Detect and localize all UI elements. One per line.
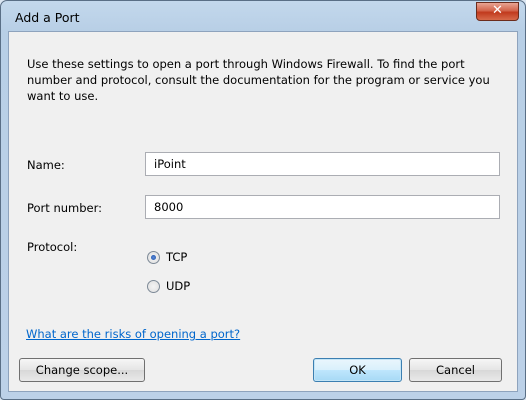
dialog-body: Use these settings to open a port throug… [8, 31, 518, 392]
close-icon: ✕ [492, 3, 503, 18]
close-button[interactable]: ✕ [476, 2, 519, 21]
change-scope-button[interactable]: Change scope... [19, 358, 145, 382]
tcp-label: TCP [166, 250, 188, 264]
name-label: Name: [27, 158, 65, 172]
udp-radio[interactable] [147, 279, 160, 293]
protocol-option-udp[interactable]: UDP [147, 278, 190, 294]
title-bar[interactable]: Add a Port ✕ [1, 1, 525, 31]
udp-label: UDP [166, 279, 191, 293]
port-number-field[interactable] [145, 195, 500, 219]
name-field[interactable] [145, 152, 500, 176]
intro-text: Use these settings to open a port throug… [27, 57, 490, 103]
tcp-radio[interactable] [147, 250, 160, 264]
ok-button[interactable]: OK [313, 358, 402, 382]
window-title: Add a Port [15, 10, 80, 25]
cancel-button[interactable]: Cancel [409, 358, 502, 382]
risks-link[interactable]: What are the risks of opening a port? [26, 327, 240, 341]
add-port-dialog: Add a Port ✕ Use these settings to open … [0, 0, 526, 400]
port-number-label: Port number: [27, 201, 103, 215]
protocol-label: Protocol: [27, 240, 78, 254]
protocol-option-tcp[interactable]: TCP [147, 249, 187, 265]
